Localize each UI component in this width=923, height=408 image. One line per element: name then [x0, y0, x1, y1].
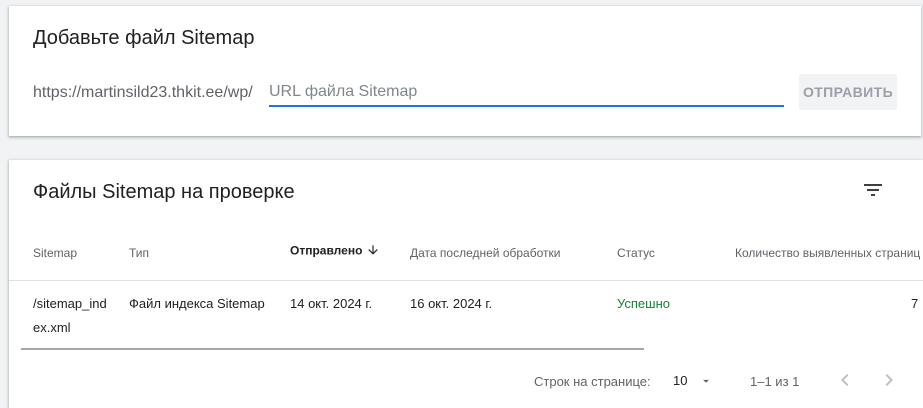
- rows-per-page-value: 10: [673, 373, 688, 388]
- status-badge: Успешно: [617, 296, 670, 311]
- row-scrollbar[interactable]: [21, 348, 644, 350]
- sitemaps-list-title: Файлы Sitemap на проверке: [33, 181, 295, 203]
- submit-button[interactable]: ОТПРАВИТЬ: [799, 74, 897, 110]
- column-header-submitted[interactable]: Отправлено: [290, 243, 380, 260]
- column-header-last-read[interactable]: Дата последней обработки: [410, 246, 560, 260]
- add-sitemap-card: Добавьте файл Sitemap https://martinsild…: [9, 6, 921, 136]
- add-sitemap-title: Добавьте файл Sitemap: [33, 27, 255, 49]
- chevron-left-icon[interactable]: [833, 368, 857, 392]
- filter-list-icon[interactable]: [861, 178, 885, 202]
- cell-type: Файл индекса Sitemap: [129, 296, 265, 311]
- cell-submitted: 14 окт. 2024 г.: [290, 296, 373, 311]
- column-header-status[interactable]: Статус: [617, 246, 655, 260]
- column-header-sitemap[interactable]: Sitemap: [33, 246, 77, 260]
- arrow-downward-icon: [366, 243, 380, 260]
- cell-discovered: 7: [911, 296, 919, 311]
- chevron-right-icon[interactable]: [877, 368, 901, 392]
- cell-sitemap[interactable]: /sitemap_index.xml: [33, 292, 113, 340]
- column-header-type[interactable]: Тип: [129, 246, 149, 260]
- sitemaps-list-card: Файлы Sitemap на проверке Sitemap Тип От…: [9, 160, 923, 408]
- rows-per-page-select[interactable]: 10: [671, 370, 717, 392]
- pagination-range: 1–1 из 1: [750, 374, 800, 389]
- column-header-discovered[interactable]: Количество выявленных страниц: [735, 246, 920, 260]
- cell-last-read: 16 окт. 2024 г.: [410, 296, 493, 311]
- sitemap-url-input[interactable]: [269, 80, 784, 107]
- rows-per-page-label: Строк на странице:: [534, 374, 651, 389]
- url-prefix: https://martinsild23.thkit.ee/wp/: [33, 84, 253, 101]
- column-header-submitted-label: Отправлено: [290, 243, 363, 258]
- header-divider: [9, 280, 923, 281]
- dropdown-arrow-icon: [703, 379, 709, 383]
